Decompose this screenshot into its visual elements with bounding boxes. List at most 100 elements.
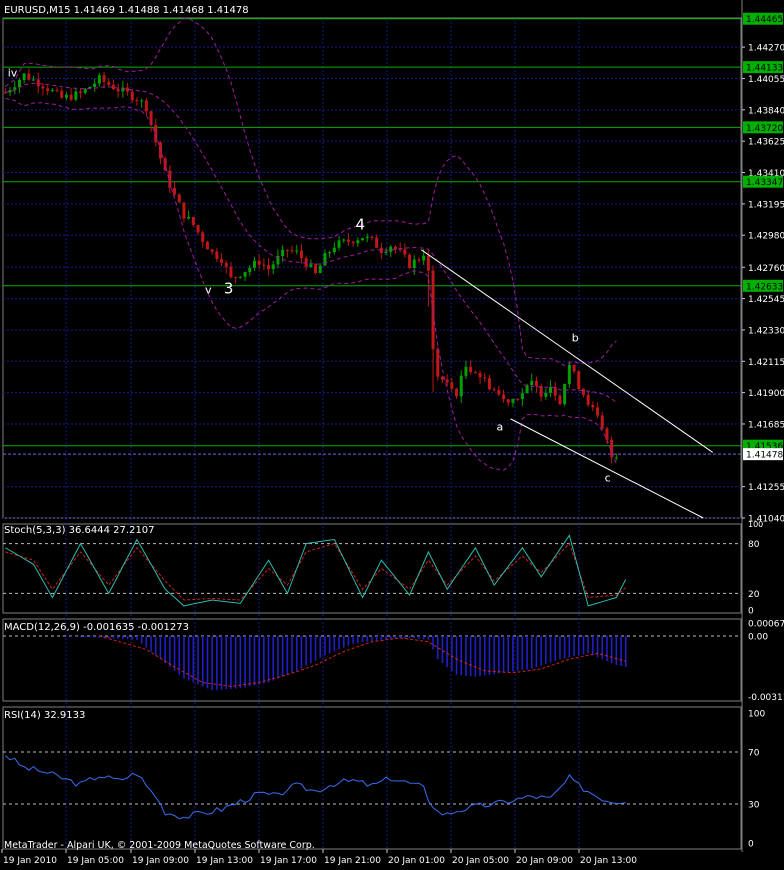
candle-body (46, 88, 50, 92)
stoch-label: Stoch(5,3,3) 36.6444 27.2107 (4, 525, 155, 536)
stoch-tick-label: 80 (748, 540, 760, 550)
candle-body (224, 262, 228, 267)
candle-body (332, 247, 336, 253)
candle-body (243, 271, 247, 277)
candle-body (558, 395, 562, 405)
current-price-label: 1.41478 (746, 451, 783, 461)
copyright-text: MetaTrader - Alpari UK, © 2001-2009 Meta… (4, 840, 315, 851)
candle-body (605, 428, 609, 440)
candle-body (502, 394, 506, 400)
candle-body (511, 398, 515, 403)
candle-body (403, 249, 407, 255)
candle-body (79, 91, 83, 93)
price-level-label: 1.44133 (746, 64, 783, 74)
candle-body (130, 91, 134, 101)
candle-body (370, 236, 374, 238)
price-tick-label: 1.42545 (748, 295, 784, 305)
candle-body (544, 392, 548, 397)
candle-body (586, 394, 590, 405)
candle-body (36, 79, 40, 87)
rsi-tick-label: 30 (748, 801, 760, 811)
price-tick-label: 1.44270 (748, 44, 784, 54)
candle-body (126, 87, 130, 92)
candle-body (591, 404, 595, 408)
candle-body (469, 366, 473, 373)
price-level-label: 1.44465 (746, 15, 783, 25)
candle-body (436, 349, 440, 377)
candle-body (473, 372, 477, 374)
candle-body (17, 80, 21, 88)
time-tick-label: 20 Jan 13:00 (580, 856, 637, 866)
candle-body (464, 366, 468, 376)
price-tick-label: 1.42115 (748, 358, 784, 368)
macd-tick-label: 0.00 (748, 632, 768, 642)
candle-body (262, 264, 266, 266)
candle-body (417, 259, 421, 261)
wave-label-b: b (572, 332, 579, 345)
candle-body (210, 249, 214, 252)
candle-body (384, 251, 388, 254)
price-tick-label: 1.42760 (748, 264, 784, 274)
price-level-label: 1.43720 (746, 124, 783, 134)
candle-body (614, 457, 618, 459)
candle-body (285, 249, 289, 251)
candle-body (168, 170, 172, 188)
candle-body (408, 254, 412, 268)
time-tick-label: 20 Jan 05:00 (452, 856, 509, 866)
candle-body (229, 266, 233, 278)
candle-body (290, 250, 294, 252)
wave-label-4: 4 (356, 215, 366, 233)
candle-body (234, 277, 238, 279)
time-tick-label: 19 Jan 2010 (3, 856, 57, 866)
candle-body (506, 399, 510, 403)
candle-body (182, 202, 186, 219)
candle-body (309, 264, 313, 267)
price-tick-label: 1.43195 (748, 200, 784, 210)
candle-body (281, 249, 285, 257)
candle-body (389, 246, 393, 252)
candle-body (83, 88, 87, 93)
time-tick-label: 19 Jan 21:00 (324, 856, 381, 866)
candle-body (248, 267, 252, 272)
candle-body (154, 124, 158, 143)
candle-body (252, 260, 256, 268)
wave-label-iv: iv (8, 66, 18, 79)
candle-body (102, 75, 106, 82)
wave-label-3: 3 (224, 280, 234, 298)
candle-body (600, 415, 604, 429)
candle-body (534, 380, 538, 387)
candle-body (596, 407, 600, 416)
candle-body (450, 382, 454, 389)
candle-body (116, 89, 120, 92)
candle-body (492, 389, 496, 391)
candle-body (487, 378, 491, 390)
candle-body (97, 75, 101, 84)
candle-body (69, 94, 73, 100)
price-tick-label: 1.42330 (748, 326, 784, 336)
candle-body (107, 81, 111, 85)
macd-label: MACD(12,26,9) -0.001635 -0.001273 (4, 622, 189, 633)
stoch-top-label: 100 (748, 520, 763, 529)
time-tick-label: 19 Jan 05:00 (67, 856, 124, 866)
candle-body (455, 388, 459, 397)
candle-body (220, 259, 224, 263)
time-tick-label: 19 Jan 17:00 (260, 856, 317, 866)
candle-body (497, 389, 501, 395)
candle-body (577, 371, 581, 390)
candle-body (271, 264, 275, 270)
candle-body (530, 380, 534, 385)
candle-body (351, 241, 355, 244)
wave-label-v: v (205, 284, 212, 297)
candle-body (440, 376, 444, 380)
candle-body (412, 259, 416, 268)
candle-body (361, 238, 365, 241)
candle-body (478, 372, 482, 378)
rsi-tick-label: 100 (748, 710, 765, 720)
time-tick-label: 19 Jan 09:00 (132, 856, 189, 866)
candle-body (140, 100, 144, 102)
candle-body (426, 255, 430, 271)
candle-body (553, 387, 557, 396)
rsi-tick-label: 70 (748, 749, 760, 759)
time-tick-label: 20 Jan 01:00 (388, 856, 445, 866)
candle-body (549, 387, 553, 393)
